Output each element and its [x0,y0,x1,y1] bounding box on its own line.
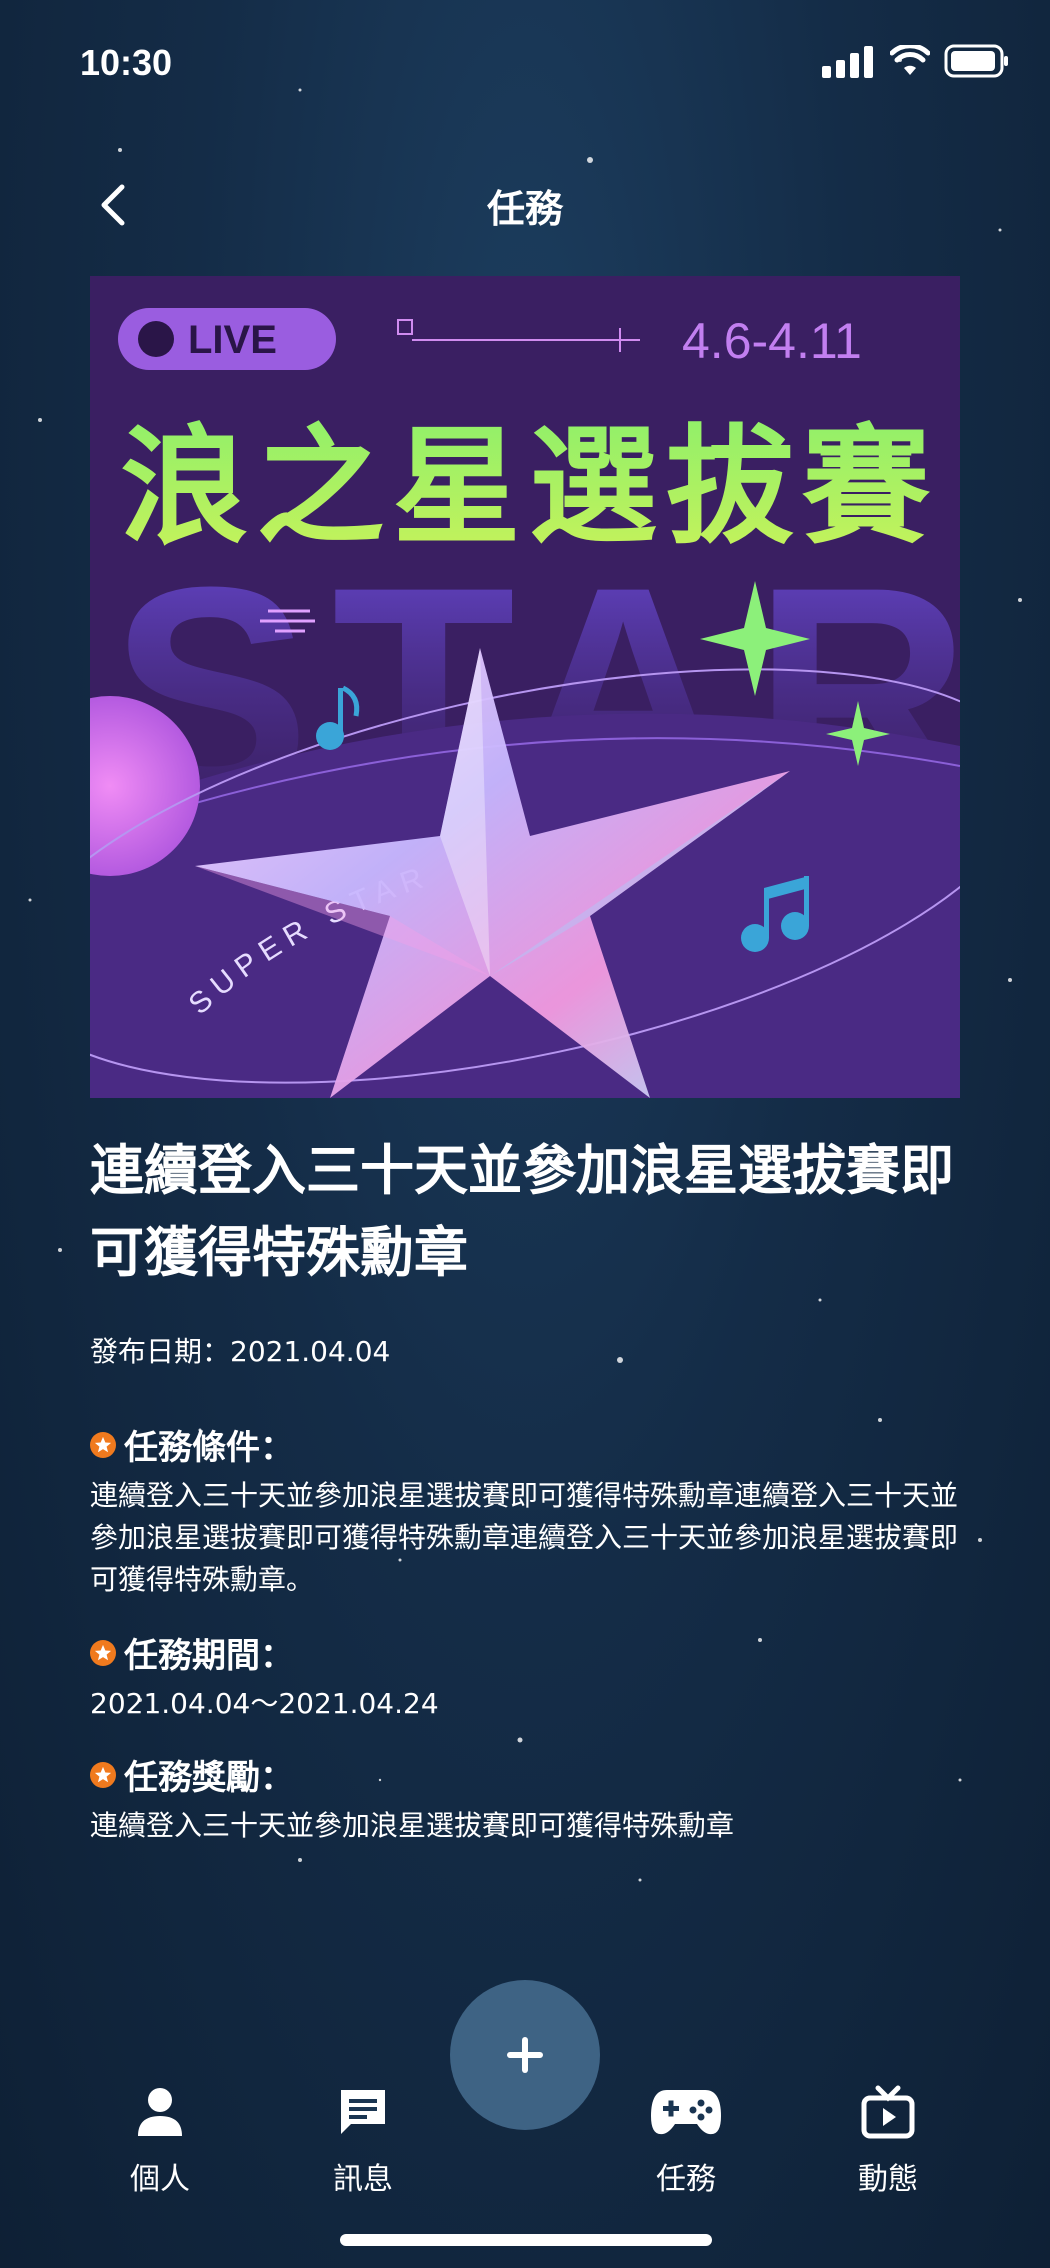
task-title: 連續登入三十天並參加浪星選拔賽即可獲得特殊勳章 [90,1139,954,1284]
period-section: 任務期間： 2021.04.04～2021.04.24 [90,1628,970,1725]
event-date-range: 4.6-4.11 [682,313,862,369]
reward-heading-text: 任務獎勵： [124,1758,294,1798]
star-icon [90,1639,116,1666]
reward-heading: 任務獎勵： [90,1750,970,1799]
nav-item-feed[interactable]: 動態 [818,2080,958,2198]
nav-label-tasks: 任務 [656,2162,716,2197]
battery-icon [944,44,1008,78]
bottom-nav: 個人 訊息 任務 動態 [0,1980,1050,2268]
status-time: 10:30 [80,42,173,83]
cellular-signal-icon [822,46,873,78]
nav-label-messages: 訊息 [333,2162,393,2197]
conditions-heading: 任務條件： [90,1420,970,1469]
period-body: 2021.04.04～2021.04.24 [90,1687,439,1720]
status-bar: 10:30 [0,0,1050,130]
event-banner[interactable]: LIVE 4.6-4.11 浪之星選拔賽 STAR SUPER STAR [90,276,960,1098]
plus-icon [507,2037,543,2073]
star-icon [90,1761,116,1788]
nav-item-messages[interactable]: 訊息 [293,2080,433,2198]
page-title: 任務 [486,187,563,231]
gamepad-icon [651,2090,721,2135]
conditions-heading-text: 任務條件： [124,1428,294,1468]
status-icons [822,44,1010,78]
conditions-body: 連續登入三十天並參加浪星選拔賽即可獲得特殊勳章連續登入三十天並參加浪星選拔賽即可… [90,1479,959,1596]
home-indicator [340,2234,712,2246]
period-heading-text: 任務期間： [124,1636,294,1676]
live-label: LIVE [188,318,277,362]
nav-item-personal[interactable]: 個人 [90,2080,230,2198]
add-button[interactable] [450,1980,600,2130]
nav-label-personal: 個人 [130,2162,190,2197]
reward-section: 任務獎勵： 連續登入三十天並參加浪星選拔賽即可獲得特殊勳章 [90,1750,970,1847]
nav-label-feed: 動態 [858,2162,918,2197]
nav-item-tasks[interactable]: 任務 [616,2080,756,2198]
wifi-icon [890,45,930,75]
period-heading: 任務期間： [90,1628,970,1677]
conditions-section: 任務條件： 連續登入三十天並參加浪星選拔賽即可獲得特殊勳章連續登入三十天並參加浪… [90,1420,970,1601]
tv-icon [861,2085,915,2139]
nav-header: 任務 [0,160,1050,250]
publish-date: 發布日期：2021.04.04 [90,1335,391,1368]
person-icon [138,2088,182,2136]
message-icon [341,2090,385,2134]
star-icon [90,1431,116,1458]
live-badge: LIVE [118,308,336,370]
reward-body: 連續登入三十天並參加浪星選拔賽即可獲得特殊勳章 [90,1809,735,1842]
